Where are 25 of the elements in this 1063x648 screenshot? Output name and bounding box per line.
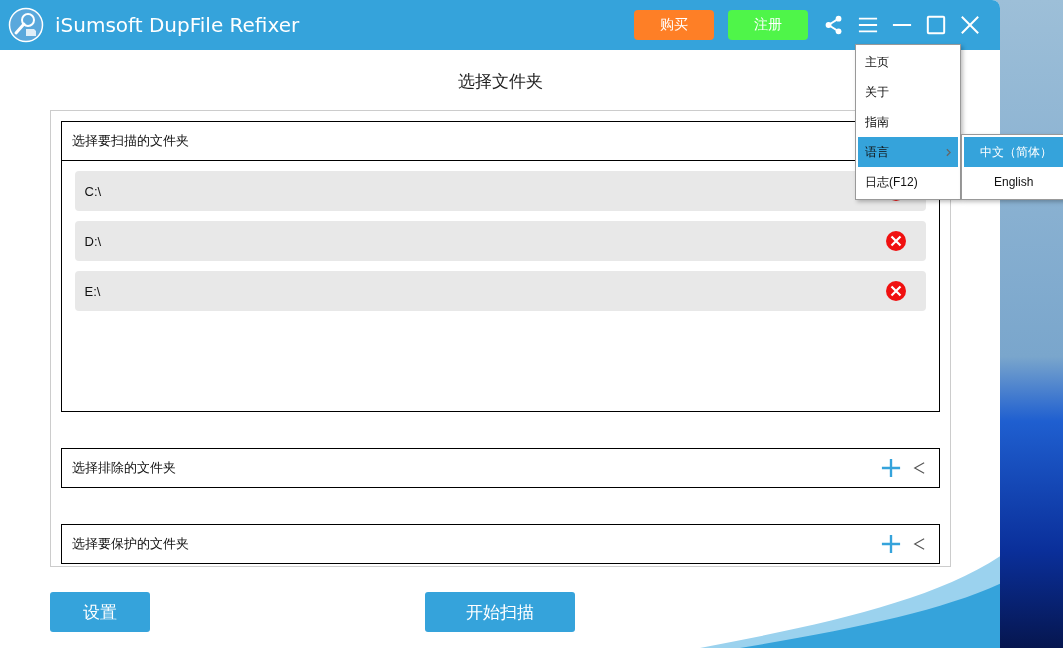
share-icon[interactable] <box>824 15 844 35</box>
add-icon[interactable] <box>880 458 901 478</box>
page-title: 选择文件夹 <box>457 71 543 93</box>
menu-item[interactable]: 语言 <box>858 137 958 167</box>
add-icon[interactable] <box>880 534 901 554</box>
window-title: iSumsoft DupFile Refixer <box>55 13 300 37</box>
remove-icon[interactable] <box>884 230 907 252</box>
language-option[interactable]: English <box>964 167 1063 197</box>
folder-path: D:\ <box>84 233 103 249</box>
folder-path: C:\ <box>84 183 103 199</box>
menu-item[interactable]: 主页 <box>858 47 958 77</box>
menu-item[interactable]: 关于 <box>858 77 958 107</box>
section-title: 选择排除的文件夹 <box>71 459 177 477</box>
section-title: 选择要保护的文件夹 <box>71 535 190 553</box>
section-title: 选择要扫描的文件夹 <box>71 132 190 150</box>
close-icon[interactable] <box>960 15 980 35</box>
menu-icon[interactable] <box>858 15 878 35</box>
chevron-left-icon[interactable] <box>912 462 925 474</box>
remove-icon[interactable] <box>884 280 907 302</box>
folder-path: E:\ <box>84 283 102 299</box>
menu-item[interactable]: 日志(F12) <box>858 167 958 197</box>
magnifier-logo-icon <box>8 7 44 43</box>
menu-item[interactable]: 指南 <box>858 107 958 137</box>
maximize-icon[interactable] <box>926 15 946 35</box>
chevron-left-icon[interactable] <box>912 538 925 550</box>
